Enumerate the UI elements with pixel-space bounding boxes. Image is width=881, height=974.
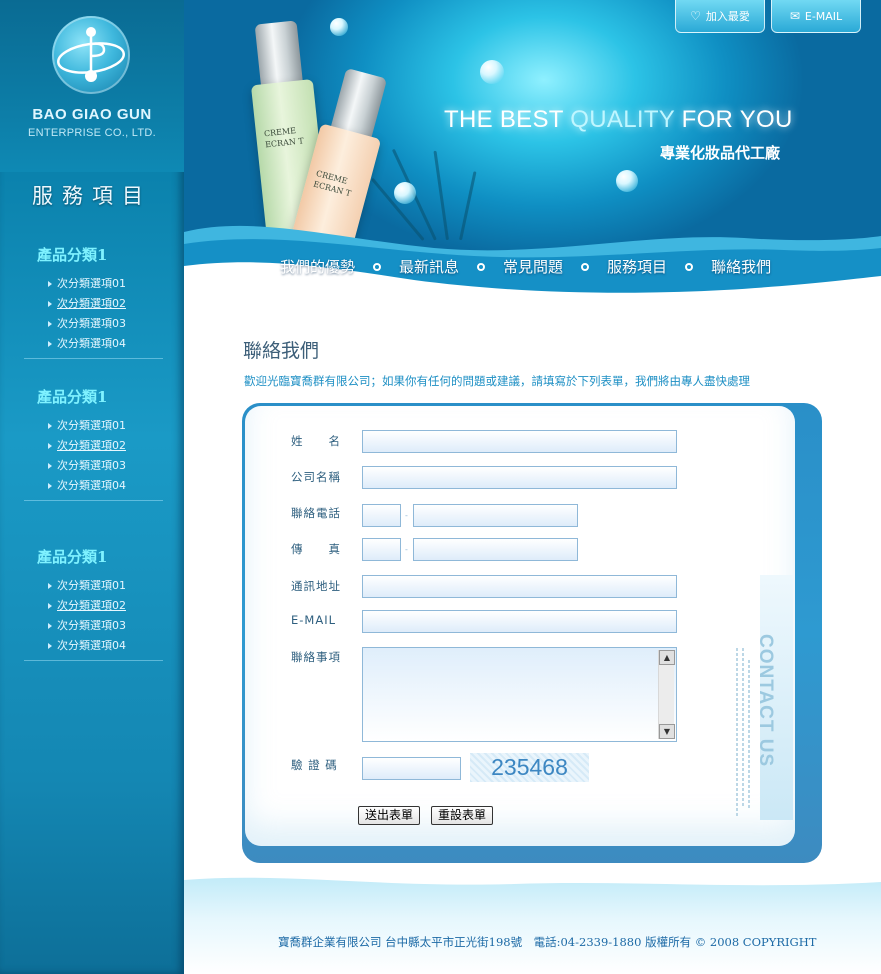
nav-advantages[interactable]: 我們的優勢: [280, 256, 355, 277]
page-title: 聯絡我們: [243, 340, 320, 362]
main-nav: 我們的優勢 最新訊息 常見問題 服務項目 聯絡我們: [280, 256, 771, 277]
fax-dash: -: [405, 545, 408, 554]
brand-subtitle: ENTERPRISE CO., LTD.: [27, 127, 157, 139]
decorative-text-lines: [742, 648, 744, 808]
scroll-up-icon[interactable]: ▲: [659, 650, 675, 665]
logo-icon[interactable]: [52, 16, 130, 94]
subcategory-item[interactable]: 次分類選項04: [24, 636, 163, 656]
contact-us-label: CONTACT US: [755, 634, 776, 768]
sidebar-title: 服務項目: [32, 184, 152, 208]
reset-button[interactable]: 重設表單: [431, 806, 494, 825]
footer-copyright: 寶喬群企業有限公司 台中縣太平市正光街198號 電話:04-2339-1880 …: [278, 935, 817, 949]
submit-button[interactable]: 送出表單: [358, 806, 421, 825]
decorative-text-lines: [736, 648, 738, 818]
subcategory-item[interactable]: 次分類選項02: [24, 596, 163, 616]
category-title[interactable]: 產品分類1: [24, 386, 163, 407]
subcategory-item[interactable]: 次分類選項02: [24, 294, 163, 314]
fax-label: 傳 真: [291, 542, 341, 556]
category-title[interactable]: 產品分類1: [24, 244, 163, 265]
header-banner: CREME ECRAN T CREME ECRAN T THE BEST QUA…: [184, 0, 881, 300]
sidebar: BAO GIAO GUN ENTERPRISE CO., LTD. 服務項目 產…: [0, 0, 184, 974]
fax-number-input[interactable]: [413, 538, 578, 561]
name-label: 姓 名: [291, 434, 341, 448]
sidebar-category: 產品分類1 次分類選項01 次分類選項02 次分類選項03 次分類選項04: [24, 386, 163, 501]
textarea-scrollbar[interactable]: ▲ ▼: [658, 650, 675, 739]
footer-wave-decoration: [184, 874, 881, 886]
subcategory-item[interactable]: 次分類選項03: [24, 314, 163, 334]
subcategory-item[interactable]: 次分類選項01: [24, 576, 163, 596]
message-textarea[interactable]: ▲ ▼: [362, 647, 677, 742]
footer: 寶喬群企業有限公司 台中縣太平市正光街198號 電話:04-2339-1880 …: [184, 874, 881, 974]
captcha-image: 235468: [470, 753, 589, 782]
nav-contact[interactable]: 聯絡我們: [711, 256, 771, 277]
fax-area-code-input[interactable]: [362, 538, 401, 561]
phone-dash: -: [405, 511, 408, 520]
email-input[interactable]: [362, 610, 677, 633]
nav-separator-icon: [581, 262, 590, 271]
nav-separator-icon: [685, 262, 694, 271]
captcha-input[interactable]: [362, 757, 461, 780]
category-title[interactable]: 產品分類1: [24, 546, 163, 567]
address-label: 通訊地址: [291, 579, 341, 593]
message-label: 聯絡事項: [291, 650, 341, 664]
phone-label: 聯絡電話: [291, 506, 341, 520]
logo-area: BAO GIAO GUN ENTERPRISE CO., LTD.: [0, 0, 184, 172]
company-label: 公司名稱: [291, 470, 341, 484]
brand-name: BAO GIAO GUN: [32, 106, 152, 123]
phone-area-code-input[interactable]: [362, 504, 401, 527]
captcha-label: 驗 證 碼: [291, 758, 338, 772]
email-label: E-MAIL: [291, 613, 337, 627]
subcategory-item[interactable]: 次分類選項04: [24, 476, 163, 496]
intro-text: 歡迎光臨寶喬群有限公司；如果你有任何的問題或建議，請填寫於下列表單，我們將由專人…: [244, 374, 750, 388]
subcategory-item[interactable]: 次分類選項03: [24, 456, 163, 476]
subcategory-item[interactable]: 次分類選項03: [24, 616, 163, 636]
subcategory-item[interactable]: 次分類選項04: [24, 334, 163, 354]
sidebar-category: 產品分類1 次分類選項01 次分類選項02 次分類選項03 次分類選項04: [24, 244, 163, 359]
sidebar-category: 產品分類1 次分類選項01 次分類選項02 次分類選項03 次分類選項04: [24, 546, 163, 661]
nav-news[interactable]: 最新訊息: [399, 256, 459, 277]
nav-services[interactable]: 服務項目: [607, 256, 667, 277]
nav-separator-icon: [373, 262, 382, 271]
subcategory-item[interactable]: 次分類選項02: [24, 436, 163, 456]
nav-separator-icon: [477, 262, 486, 271]
wave-decoration: [184, 225, 881, 300]
address-input[interactable]: [362, 575, 677, 598]
nav-faq[interactable]: 常見問題: [503, 256, 563, 277]
phone-number-input[interactable]: [413, 504, 578, 527]
subcategory-item[interactable]: 次分類選項01: [24, 274, 163, 294]
name-input[interactable]: [362, 430, 677, 453]
scroll-down-icon[interactable]: ▼: [659, 724, 675, 739]
company-input[interactable]: [362, 466, 677, 489]
subcategory-item[interactable]: 次分類選項01: [24, 416, 163, 436]
decorative-text-lines: [748, 660, 750, 810]
